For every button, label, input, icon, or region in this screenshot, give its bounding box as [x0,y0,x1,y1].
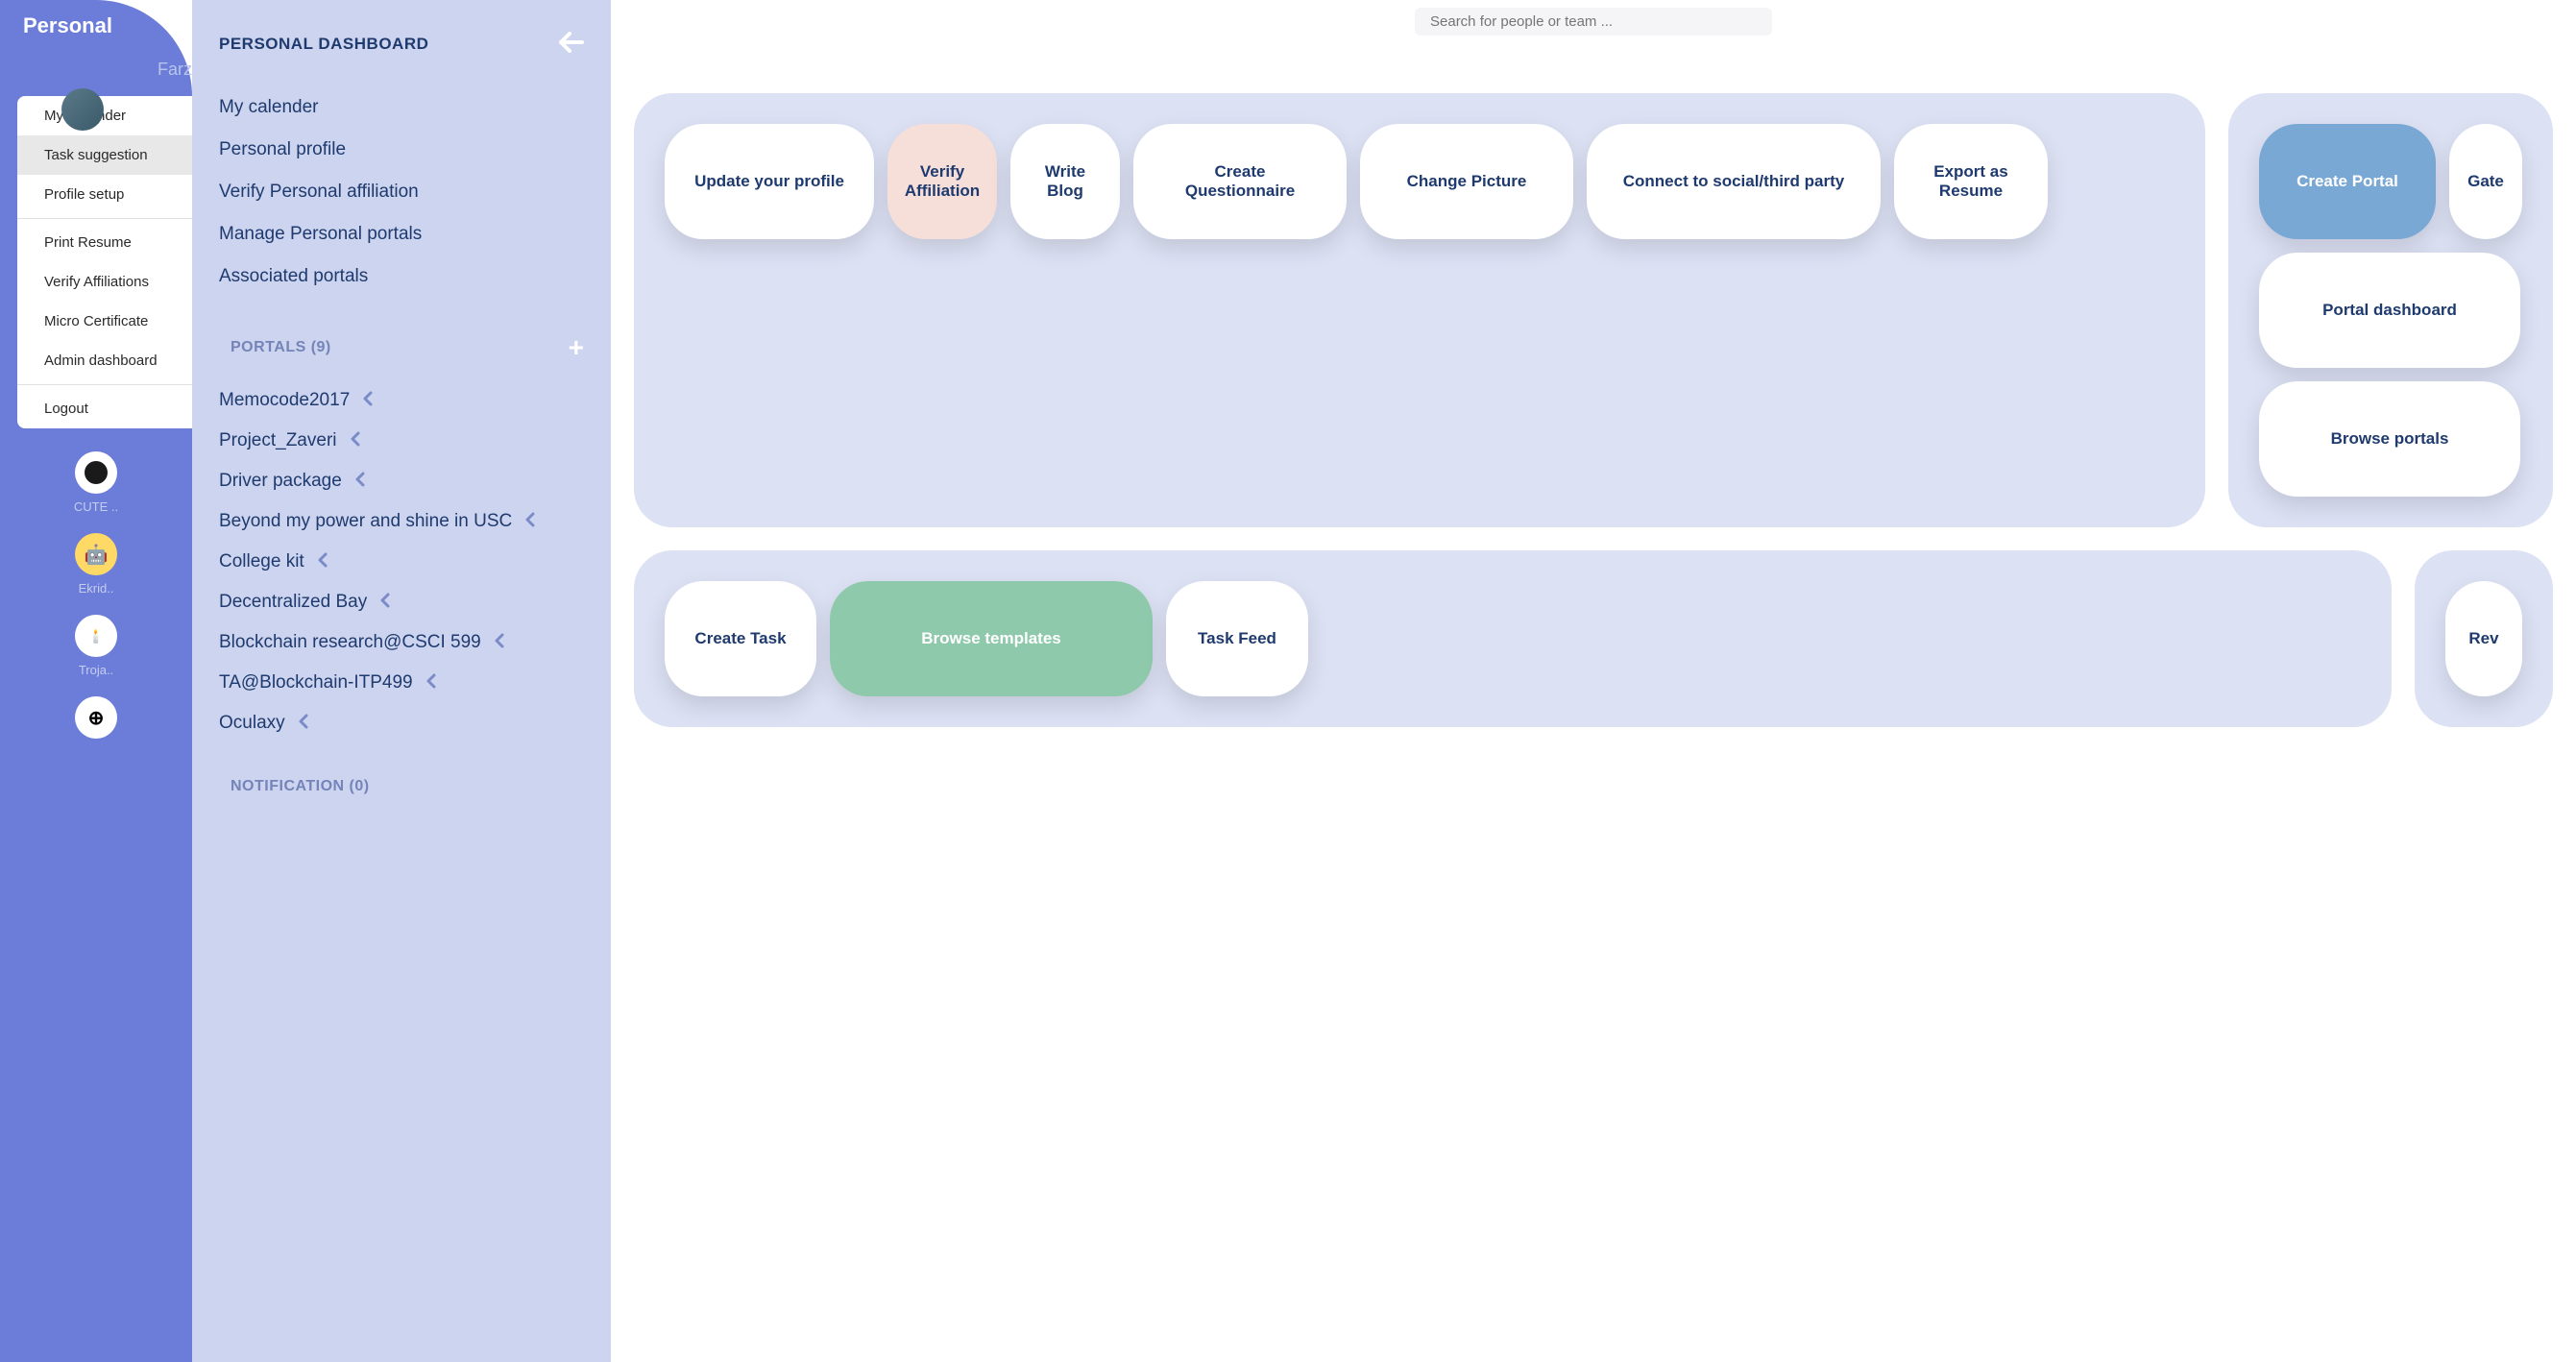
portal-name: Memocode2017 [219,390,350,411]
card-group-profile: Update your profile Verify Affiliation W… [634,93,2205,527]
chevron-left-icon [363,391,373,411]
portal-name: TA@Blockchain-ITP499 [219,672,413,693]
avatar-item-4[interactable]: ⊕ [75,696,117,739]
menu-print-resume[interactable]: Print Resume [17,223,192,262]
user-avatar[interactable] [61,88,104,131]
card-gate[interactable]: Gate [2449,124,2522,239]
menu-divider [17,218,192,219]
sidebar-left: Personal Farzad My Calender Task suggest… [0,0,192,1362]
portals-section-title: PORTALS (9) [231,339,331,356]
card-write-blog[interactable]: Write Blog [1010,124,1120,239]
search-input[interactable] [1415,8,1772,36]
portal-item[interactable]: Memocode2017 [219,380,584,421]
avatar-label: CUTE .. [74,499,118,514]
portal-item[interactable]: Driver package [219,461,584,501]
menu-divider [17,384,192,385]
menu-verify-affiliations[interactable]: Verify Affiliations [17,262,192,302]
portal-item[interactable]: Beyond my power and shine in USC [219,501,584,542]
card-portal-dashboard[interactable]: Portal dashboard [2259,253,2520,368]
notification-section-title: NOTIFICATION (0) [231,778,370,795]
nav-manage-portals[interactable]: Manage Personal portals [219,213,584,255]
card-verify-affiliation[interactable]: Verify Affiliation [887,124,997,239]
card-browse-portals[interactable]: Browse portals [2259,381,2520,497]
nav-verify-affiliation[interactable]: Verify Personal affiliation [219,171,584,213]
portal-item[interactable]: TA@Blockchain-ITP499 [219,663,584,703]
nav-personal-profile[interactable]: Personal profile [219,129,584,171]
chevron-left-icon [525,512,535,532]
card-browse-templates[interactable]: Browse templates [830,581,1153,696]
avatar-label: Ekrid.. [79,581,114,596]
portal-name: Decentralized Bay [219,592,367,613]
avatar-label: Troja.. [79,663,113,677]
avatar-item-troja[interactable]: 🕯️ Troja.. [75,615,117,677]
card-connect-social[interactable]: Connect to social/third party [1587,124,1881,239]
portal-name: College kit [219,551,304,572]
panel-title: PERSONAL DASHBOARD [219,35,428,54]
chevron-left-icon [495,633,504,653]
nav-my-calender[interactable]: My calender [219,86,584,129]
sidebar-title: Personal [0,0,192,48]
chevron-left-icon [355,472,365,492]
card-create-questionnaire[interactable]: Create Questionnaire [1133,124,1347,239]
portal-name: Beyond my power and shine in USC [219,511,512,532]
search-bar [1392,0,1795,47]
menu-my-calender[interactable]: My Calender [17,96,192,135]
menu-micro-certificate[interactable]: Micro Certificate [17,302,192,341]
avatar-circle: 🤖 [75,533,117,575]
portal-name: Blockchain research@CSCI 599 [219,632,481,653]
avatar-item-ekrid[interactable]: 🤖 Ekrid.. [75,533,117,596]
card-group-portals: Create Portal Gate Portal dashboard Brow… [2228,93,2553,527]
portal-item[interactable]: Project_Zaveri [219,421,584,461]
main-content: Update your profile Verify Affiliation W… [611,0,2576,1362]
portal-name: Oculaxy [219,713,285,734]
menu-logout[interactable]: Logout [17,389,192,428]
avatar-circle: ⊕ [75,696,117,739]
chevron-left-icon [299,714,308,734]
portal-name: Driver package [219,471,342,492]
menu-profile-setup[interactable]: Profile setup [17,175,192,214]
card-rev[interactable]: Rev [2445,581,2522,696]
avatar-list: CUTE .. 🤖 Ekrid.. 🕯️ Troja.. ⊕ [0,428,192,762]
portal-name: Project_Zaveri [219,430,337,451]
chevron-left-icon [351,431,360,451]
portal-item[interactable]: Oculaxy [219,703,584,743]
portal-item[interactable]: Decentralized Bay [219,582,584,622]
card-task-feed[interactable]: Task Feed [1166,581,1308,696]
card-create-portal[interactable]: Create Portal [2259,124,2436,239]
nav-associated-portals[interactable]: Associated portals [219,255,584,298]
add-portal-icon[interactable]: + [569,332,584,363]
card-update-profile[interactable]: Update your profile [665,124,874,239]
chevron-left-icon [426,673,436,693]
card-change-picture[interactable]: Change Picture [1360,124,1573,239]
back-arrow-icon[interactable] [559,29,584,60]
menu-panel: My Calender Task suggestion Profile setu… [17,96,192,428]
card-group-tasks: Create Task Browse templates Task Feed [634,550,2392,727]
card-create-task[interactable]: Create Task [665,581,816,696]
avatar-circle [75,451,117,494]
menu-task-suggestion[interactable]: Task suggestion [17,135,192,175]
avatar-circle: 🕯️ [75,615,117,657]
chevron-left-icon [318,552,328,572]
menu-admin-dashboard[interactable]: Admin dashboard [17,341,192,380]
card-export-resume[interactable]: Export as Resume [1894,124,2048,239]
portal-item[interactable]: College kit [219,542,584,582]
avatar-item-cute[interactable]: CUTE .. [74,451,118,514]
card-group-rev: Rev [2415,550,2553,727]
portal-item[interactable]: Blockchain research@CSCI 599 [219,622,584,663]
dashboard-panel: PERSONAL DASHBOARD My calender Personal … [192,0,611,1362]
chevron-left-icon [380,593,390,613]
